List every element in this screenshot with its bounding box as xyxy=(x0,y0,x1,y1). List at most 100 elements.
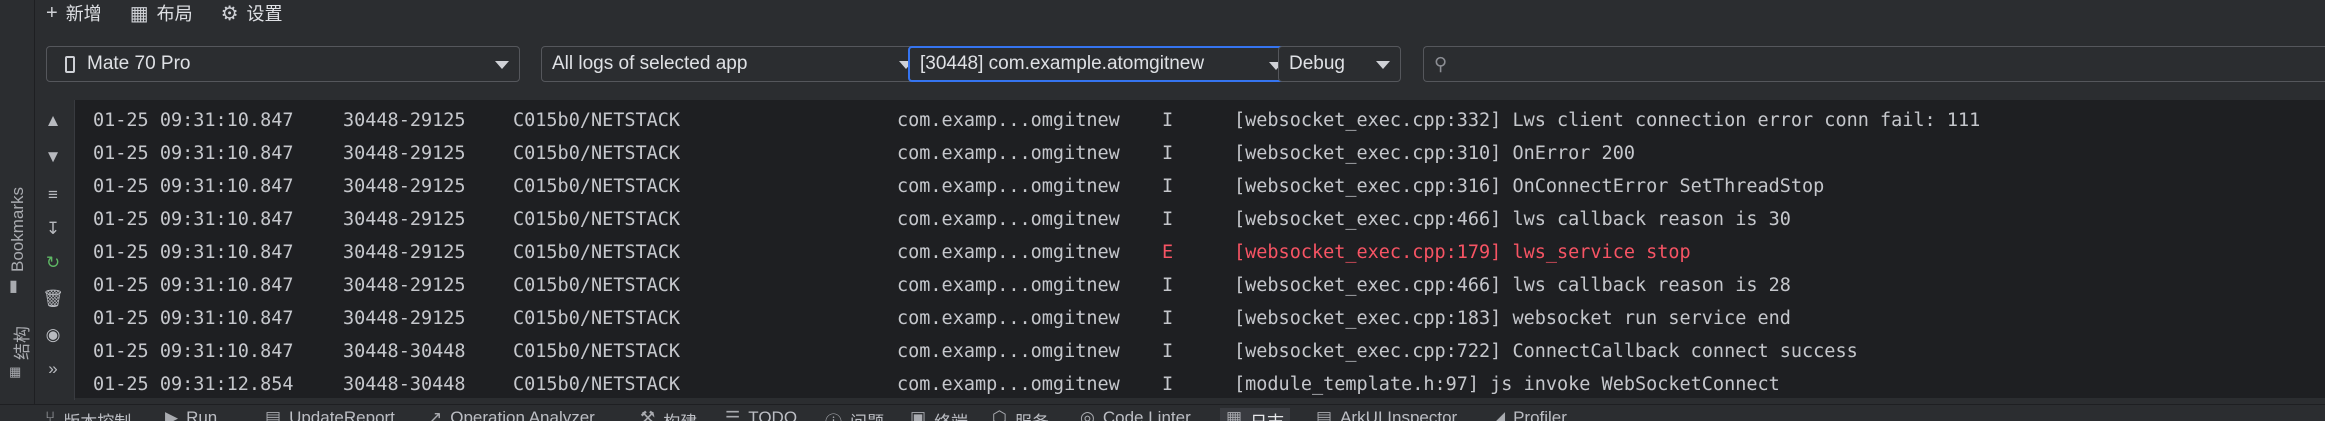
bottom-tool-bar: ⑂ 版本控制 ▶ Run ▤ UpdateReport ↗ Operation Analyze… xyxy=(0,404,2325,421)
log-pid: 30448-30448 xyxy=(343,374,466,395)
log-row[interactable]: 01-25 09:31:10.847 30448-30448 C015b0/NETS… xyxy=(75,335,2325,368)
settings-button[interactable]: ⚙ 设置 xyxy=(221,0,283,26)
log-row[interactable]: 01-25 09:31:10.847 30448-29125 C015b0/NETS… xyxy=(75,137,2325,170)
log-search[interactable]: ⚲ xyxy=(1423,46,2325,82)
soft-wrap-icon[interactable]: ≡ xyxy=(42,184,64,206)
log-date: 01-25 09:31:10.847 xyxy=(93,209,294,230)
arrow-up-icon[interactable]: ▲ xyxy=(42,110,64,132)
services-icon: ⬡ xyxy=(992,408,1007,421)
process-value: [30448] com.example.atomgitnew xyxy=(920,53,1205,74)
log-output[interactable]: 01-25 09:31:10.847 30448-29125 C015b0/NETS… xyxy=(75,100,2325,398)
bottom-tab-label: 终端 xyxy=(934,408,968,421)
log-date: 01-25 09:31:12.854 xyxy=(93,374,294,395)
search-input[interactable] xyxy=(1453,52,2058,76)
bottom-tab[interactable]: ☰ TODO xyxy=(725,408,797,421)
log-level-value: Debug xyxy=(1289,53,1345,74)
camera-icon[interactable]: ◉ xyxy=(42,324,64,346)
log-pid: 30448-29125 xyxy=(343,275,466,296)
arrow-down-icon[interactable]: ▼ xyxy=(42,146,64,168)
log-date: 01-25 09:31:10.847 xyxy=(93,176,294,197)
bottom-tab[interactable]: ◢ Profiler xyxy=(1492,408,1567,421)
log-row[interactable]: 01-25 09:31:10.847 30448-29125 C015b0/NETS… xyxy=(75,269,2325,302)
log-tag: C015b0/NETSTACK xyxy=(513,308,681,329)
todo-icon: ☰ xyxy=(725,408,741,421)
analyzer-icon: ↗ xyxy=(428,408,443,421)
log-scope-select[interactable]: All logs of selected app xyxy=(541,46,924,82)
log-tag: C015b0/NETSTACK xyxy=(513,143,681,164)
new-button[interactable]: + 新增 xyxy=(46,0,102,26)
inspector-icon: ▤ xyxy=(1316,408,1333,421)
log-level: I xyxy=(1162,209,1174,230)
log-pid: 30448-29125 xyxy=(343,308,466,329)
log-date: 01-25 09:31:10.847 xyxy=(93,110,294,131)
bottom-tab[interactable]: ⓘ 问题 xyxy=(825,408,884,421)
log-package: com.examp...omgitnew xyxy=(897,242,1120,263)
log-package: com.examp...omgitnew xyxy=(897,308,1120,329)
log-row[interactable]: 01-25 09:31:12.854 30448-30448 C015b0/NETS… xyxy=(75,368,2325,398)
branch-icon: ⑂ xyxy=(45,408,56,421)
bottom-tab[interactable]: ◎ Code Linter xyxy=(1080,408,1191,421)
log-date: 01-25 09:31:10.847 xyxy=(93,308,294,329)
device-select[interactable]: Mate 70 Pro xyxy=(46,46,520,82)
log-level: I xyxy=(1162,308,1174,329)
chevron-down-icon xyxy=(1376,61,1390,69)
bottom-tab[interactable]: ⚒ 构建 xyxy=(640,408,697,421)
scroll-to-end-icon[interactable]: ↧ xyxy=(42,218,64,240)
log-row[interactable]: 01-25 09:31:10.847 30448-29125 C015b0/NETS… xyxy=(75,170,2325,203)
log-level-select[interactable]: Debug xyxy=(1278,46,1401,82)
bottom-tab[interactable]: ⑂ 版本控制 xyxy=(45,408,131,421)
gear-icon: ⚙ xyxy=(220,2,239,25)
log-package: com.examp...omgitnew xyxy=(897,143,1120,164)
profiler-icon: ◢ xyxy=(1492,408,1506,421)
layout-button[interactable]: ▦ 布局 xyxy=(130,0,193,26)
log-level: I xyxy=(1162,143,1174,164)
bottom-tab-label: 服务 xyxy=(1015,408,1049,421)
grid-icon: ▦ xyxy=(129,2,149,25)
log-message: [websocket_exec.cpp:316] OnConnectError … xyxy=(1234,176,1825,197)
bottom-tab[interactable]: ▶ Run xyxy=(165,408,217,421)
log-message: [websocket_exec.cpp:466] lws callback re… xyxy=(1234,209,1791,230)
log-message: [websocket_exec.cpp:332] Lws client conn… xyxy=(1234,110,1981,131)
log-message: [websocket_exec.cpp:183] websocket run s… xyxy=(1234,308,1791,329)
bottom-tab[interactable]: ⬡ 服务 xyxy=(992,408,1049,421)
chevron-down-icon xyxy=(495,61,509,69)
process-select[interactable]: [30448] com.example.atomgitnew xyxy=(908,46,1295,82)
log-pid: 30448-29125 xyxy=(343,176,466,197)
bottom-tab[interactable]: ▤ ArkUI Inspector xyxy=(1316,408,1457,421)
more-icon[interactable]: » xyxy=(42,358,64,380)
trash-icon[interactable]: 🗑 xyxy=(42,288,64,310)
log-level: E xyxy=(1162,242,1174,263)
log-package: com.examp...omgitnew xyxy=(897,176,1120,197)
log-tag: C015b0/NETSTACK xyxy=(513,110,681,131)
log-row[interactable]: 01-25 09:31:10.847 30448-29125 C015b0/NETS… xyxy=(75,104,2325,137)
bottom-tab[interactable]: ▦ 日志 xyxy=(1220,408,1291,421)
log-tag: C015b0/NETSTACK xyxy=(513,209,681,230)
restart-icon[interactable]: ↻ xyxy=(42,252,64,274)
log-row[interactable]: 01-25 09:31:10.847 30448-29125 C015b0/NETS… xyxy=(75,302,2325,335)
bottom-tab[interactable]: ↗ Operation Analyzer xyxy=(428,408,595,421)
bottom-tab-label: 构建 xyxy=(663,408,697,421)
log-message: [module_template.h:97] js invoke WebSock… xyxy=(1234,374,1780,395)
log-date: 01-25 09:31:10.847 xyxy=(93,242,294,263)
bookmarks-tab[interactable]: Bookmarks xyxy=(8,187,28,272)
structure-tab[interactable]: 结构 xyxy=(8,326,33,360)
log-date: 01-25 09:31:10.847 xyxy=(93,143,294,164)
log-row[interactable]: 01-25 09:31:10.847 30448-29125 C015b0/NETS… xyxy=(75,236,2325,269)
plus-icon: + xyxy=(46,1,58,24)
bottom-tab-label: 问题 xyxy=(850,408,884,421)
log-package: com.examp...omgitnew xyxy=(897,275,1120,296)
log-pid: 30448-30448 xyxy=(343,341,466,362)
log-package: com.examp...omgitnew xyxy=(897,341,1120,362)
bottom-tab[interactable]: ▣ 终端 xyxy=(910,408,968,421)
log-tag: C015b0/NETSTACK xyxy=(513,176,681,197)
log-row[interactable]: 01-25 09:31:10.847 30448-29125 C015b0/NETS… xyxy=(75,203,2325,236)
log-tag: C015b0/NETSTACK xyxy=(513,242,681,263)
log-level: I xyxy=(1162,341,1174,362)
bookmark-icon[interactable]: ▮ xyxy=(9,276,18,296)
filter-bar: Mate 70 Pro All logs of selected app [30… xyxy=(34,38,2325,90)
structure-icon[interactable]: ▦ xyxy=(9,364,21,380)
device-value: Mate 70 Pro xyxy=(87,53,191,74)
log-message: [websocket_exec.cpp:466] lws callback re… xyxy=(1234,275,1791,296)
log-level: I xyxy=(1162,176,1174,197)
bottom-tab[interactable]: ▤ UpdateReport xyxy=(265,408,395,421)
